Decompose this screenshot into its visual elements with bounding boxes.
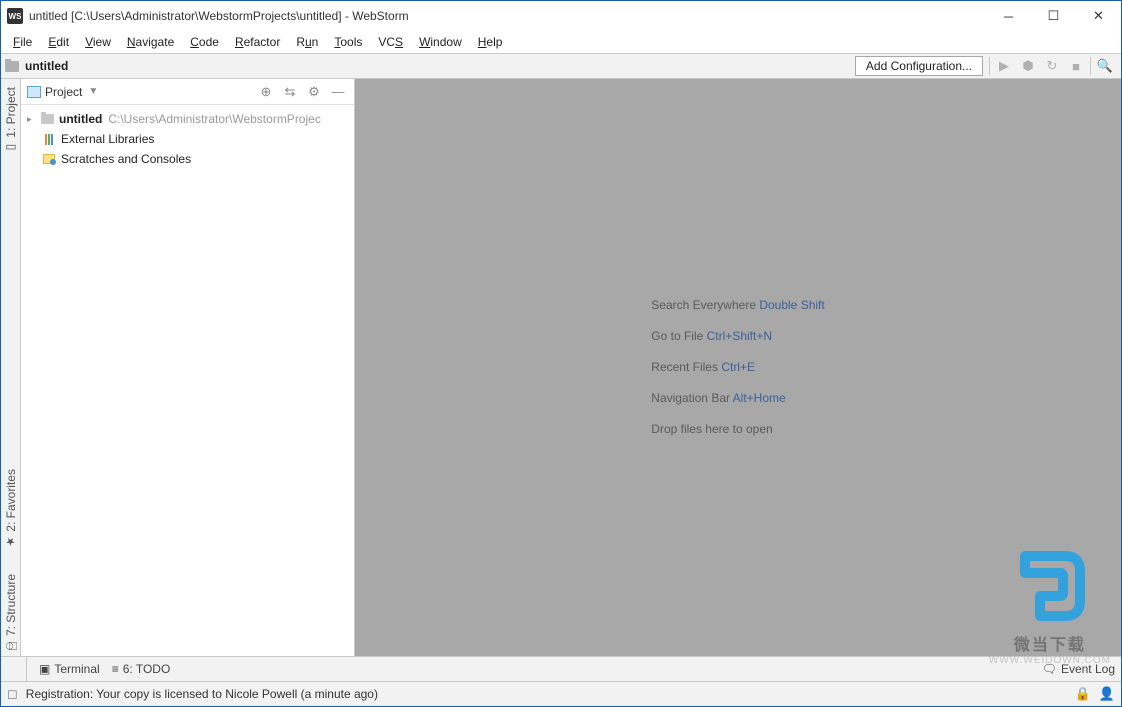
tip-navbar-label: Navigation Bar: [651, 391, 732, 405]
gear-icon[interactable]: ⚙: [304, 82, 324, 102]
project-view-icon: [27, 86, 41, 98]
coverage-button[interactable]: ↻: [1040, 55, 1064, 77]
folder-icon: [5, 61, 19, 72]
menu-window[interactable]: Window: [413, 33, 468, 51]
add-configuration-button[interactable]: Add Configuration...: [855, 56, 983, 76]
project-panel-header: Project ▼ ⊕ ⇆ ⚙ —: [21, 79, 354, 105]
menu-code[interactable]: Code: [184, 33, 225, 51]
tree-label: External Libraries: [61, 132, 154, 146]
tab-structure[interactable]: ⎄ 7: Structure: [2, 568, 20, 656]
tip-navbar-shortcut: Alt+Home: [733, 391, 786, 405]
tool-windows-icon[interactable]: ◻: [7, 686, 18, 702]
run-button[interactable]: ▶: [992, 55, 1016, 77]
editor-tips: Search Everywhere Double Shift Go to Fil…: [651, 290, 824, 446]
log-icon: 🗨: [1042, 662, 1057, 676]
tip-goto-label: Go to File: [651, 329, 706, 343]
menu-navigate[interactable]: Navigate: [121, 33, 180, 51]
editor-empty-state[interactable]: Search Everywhere Double Shift Go to Fil…: [355, 79, 1121, 656]
library-icon: [45, 134, 53, 145]
tab-event-log[interactable]: 🗨Event Log: [1042, 662, 1115, 676]
tip-recent-label: Recent Files: [651, 360, 721, 374]
menu-vcs[interactable]: VCS: [372, 33, 409, 51]
tree-label: Scratches and Consoles: [61, 152, 191, 166]
status-message: Registration: Your copy is licensed to N…: [26, 687, 378, 701]
separator: [1090, 57, 1091, 75]
menu-help[interactable]: Help: [472, 33, 509, 51]
terminal-icon: ▣: [39, 662, 50, 676]
breadcrumb-project[interactable]: untitled: [25, 59, 68, 73]
navigation-bar: untitled Add Configuration... ▶ ⬢ ↻ ■ 🔍: [1, 54, 1121, 79]
titlebar: WS untitled [C:\Users\Administrator\Webs…: [1, 1, 1121, 31]
menu-edit[interactable]: Edit: [42, 33, 75, 51]
tree-root[interactable]: ▸ untitled C:\Users\Administrator\Websto…: [21, 109, 354, 129]
folder-icon: [41, 114, 54, 124]
project-tool-window: Project ▼ ⊕ ⇆ ⚙ — ▸ untitled C:\Users\Ad…: [21, 79, 355, 656]
search-icon[interactable]: 🔍: [1093, 55, 1117, 77]
maximize-button[interactable]: ☐: [1031, 1, 1076, 31]
window-title: untitled [C:\Users\Administrator\Webstor…: [29, 9, 986, 23]
tip-goto-shortcut: Ctrl+Shift+N: [707, 329, 772, 343]
menu-run[interactable]: Run: [290, 33, 324, 51]
tab-project[interactable]: ▭ 1: Project: [2, 81, 20, 161]
menu-file[interactable]: File: [7, 33, 38, 51]
chevron-down-icon[interactable]: ▼: [88, 86, 98, 97]
stop-button[interactable]: ■: [1064, 55, 1088, 77]
status-bar: ◻ Registration: Your copy is licensed to…: [1, 681, 1121, 706]
tree-external-libraries[interactable]: External Libraries: [21, 129, 354, 149]
tip-search-shortcut: Double Shift: [759, 298, 824, 312]
locate-icon[interactable]: ⊕: [256, 82, 276, 102]
tip-drop: Drop files here to open: [651, 414, 824, 445]
inspector-icon[interactable]: 👤: [1099, 686, 1115, 702]
bottom-tool-bar: ▣Terminal ≡6: TODO 🗨Event Log: [1, 656, 1121, 681]
tip-recent-shortcut: Ctrl+E: [721, 360, 755, 374]
left-tool-gutter: ▭ 1: Project ★ 2: Favorites ⎄ 7: Structu…: [1, 79, 21, 656]
tab-favorites[interactable]: ★ 2: Favorites: [2, 463, 20, 554]
project-tree: ▸ untitled C:\Users\Administrator\Websto…: [21, 105, 354, 173]
hide-icon[interactable]: —: [328, 82, 348, 102]
menu-view[interactable]: View: [79, 33, 117, 51]
debug-button[interactable]: ⬢: [1016, 55, 1040, 77]
tree-root-name: untitled: [59, 112, 102, 126]
collapse-icon[interactable]: ⇆: [280, 82, 300, 102]
tab-terminal[interactable]: ▣Terminal: [39, 662, 100, 676]
menu-refactor[interactable]: Refactor: [229, 33, 286, 51]
list-icon: ≡: [112, 662, 119, 676]
expand-arrow-icon[interactable]: ▸: [27, 114, 39, 125]
lock-icon[interactable]: 🔒: [1075, 686, 1091, 702]
project-panel-title[interactable]: Project: [45, 85, 82, 99]
menu-tools[interactable]: Tools: [328, 33, 368, 51]
menubar: File Edit View Navigate Code Refactor Ru…: [1, 31, 1121, 54]
app-icon: WS: [7, 8, 23, 24]
tree-root-path: C:\Users\Administrator\WebstormProjec: [108, 112, 321, 126]
separator: [989, 57, 990, 75]
tab-todo[interactable]: ≡6: TODO: [112, 662, 171, 676]
tree-scratches[interactable]: Scratches and Consoles: [21, 149, 354, 169]
scratch-icon: [43, 154, 55, 164]
tip-search-label: Search Everywhere: [651, 298, 759, 312]
minimize-button[interactable]: ─: [986, 1, 1031, 31]
close-button[interactable]: ✕: [1076, 1, 1121, 31]
